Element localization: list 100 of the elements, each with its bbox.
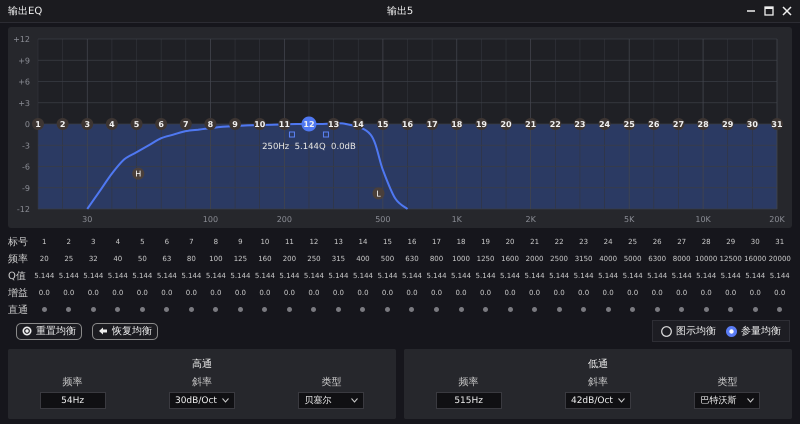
band-marker[interactable]: 10 (254, 118, 266, 130)
dropdown[interactable]: 42dB/Oct (564, 392, 631, 409)
band-marker[interactable]: 23 (574, 118, 586, 130)
axis-label: 500 (375, 215, 390, 224)
bypass-toggle[interactable] (532, 307, 538, 312)
bypass-toggle[interactable] (115, 307, 120, 312)
bypass-toggle[interactable] (90, 307, 96, 312)
bypass-toggle[interactable] (311, 307, 316, 312)
band-marker[interactable]: 7 (180, 118, 192, 130)
bypass-toggle[interactable] (409, 307, 414, 312)
band-marker[interactable]: 22 (549, 118, 562, 130)
q-handle[interactable] (288, 132, 295, 138)
row-label: 直通 (8, 304, 28, 316)
band-marker[interactable]: 2 (56, 118, 69, 130)
bypass-toggle[interactable] (630, 307, 636, 312)
axis-label: -6 (22, 162, 30, 172)
bypass-toggle[interactable] (164, 307, 170, 312)
input-field[interactable]: 515Hz (436, 392, 502, 409)
reset-icon (22, 326, 32, 336)
bypass-toggle[interactable] (483, 307, 488, 312)
axis-label: +9 (18, 56, 30, 66)
dropdown[interactable]: 贝塞尔 (298, 392, 364, 409)
bypass-toggle[interactable] (679, 307, 684, 312)
input-field[interactable]: 54Hz (40, 392, 106, 409)
field-label: 类型 (321, 376, 342, 389)
restore-button[interactable]: 恢复均衡 (92, 322, 158, 340)
band-marker[interactable]: 20 (500, 118, 512, 130)
band-marker[interactable]: 5 (130, 118, 143, 130)
band-marker[interactable]: 16 (402, 118, 414, 130)
row-label: 增益 (8, 286, 28, 300)
band-marker[interactable]: 26 (648, 118, 660, 130)
bypass-toggle[interactable] (728, 307, 734, 312)
band-marker[interactable]: 11 (278, 118, 290, 130)
field-label: 频率 (458, 376, 479, 389)
band-marker[interactable]: 13 (328, 118, 340, 130)
bypass-toggle[interactable] (508, 307, 513, 312)
bypass-toggle[interactable] (66, 307, 72, 312)
bypass-toggle[interactable] (654, 307, 660, 312)
band-marker[interactable]: 29 (722, 118, 734, 130)
axis-label: -9 (22, 184, 30, 193)
axis-label: 0 (24, 120, 30, 129)
bypass-toggle[interactable] (606, 307, 611, 312)
bypass-toggle[interactable] (434, 307, 439, 312)
dropdown[interactable]: 30dB/Oct (168, 392, 235, 409)
band-marker[interactable]: 12 (301, 116, 316, 132)
field-label: 频率 (62, 376, 83, 389)
bypass-toggle[interactable] (704, 307, 709, 312)
bypass-toggle[interactable] (262, 307, 268, 312)
mode-radio[interactable]: 图示均衡 (661, 324, 716, 338)
band-marker[interactable]: 1 (32, 118, 44, 130)
mode-radio[interactable]: 参量均衡 (726, 324, 781, 338)
filter-handle[interactable]: H (132, 168, 144, 180)
band-marker[interactable]: 24 (598, 118, 611, 130)
filter-handle[interactable]: L (372, 187, 385, 200)
band-marker[interactable]: 28 (697, 118, 710, 130)
axis-label: 1K (452, 215, 462, 224)
bypass-toggle[interactable] (556, 307, 562, 312)
band-marker[interactable]: 6 (155, 118, 168, 130)
reset-button[interactable]: 重置均衡 (16, 322, 82, 340)
band-marker[interactable]: 31 (771, 118, 783, 130)
axis-label: 100 (202, 215, 218, 224)
band-marker[interactable]: 15 (376, 118, 389, 130)
bypass-toggle[interactable] (336, 307, 341, 312)
band-marker[interactable]: 8 (204, 118, 216, 130)
band-marker[interactable]: 3 (81, 118, 94, 130)
band-marker[interactable]: 21 (524, 118, 537, 130)
chevron-down-icon (351, 398, 358, 403)
bypass-toggle[interactable] (458, 307, 464, 312)
band-marker[interactable]: 25 (623, 118, 636, 130)
axis-label: +6 (18, 78, 30, 86)
dropdown[interactable]: 巴特沃斯 (694, 392, 760, 409)
panel-title: 高通 (192, 358, 212, 371)
band-marker[interactable]: 17 (426, 118, 438, 130)
band-readout: 250Hz 5.144Q 0.0dB (262, 142, 356, 152)
close-icon[interactable] (782, 6, 792, 16)
band-marker[interactable]: 4 (106, 118, 118, 130)
bypass-toggle[interactable] (360, 307, 366, 312)
band-marker[interactable]: 9 (229, 118, 242, 130)
bypass-toggle[interactable] (286, 307, 292, 312)
bypass-toggle[interactable] (752, 307, 758, 312)
field-label: 斜率 (588, 376, 608, 389)
bypass-toggle[interactable] (140, 307, 145, 312)
chevron-down-icon (747, 398, 754, 403)
maximize-icon[interactable] (764, 6, 774, 16)
band-marker[interactable]: 27 (672, 118, 684, 130)
band-marker[interactable]: 19 (475, 118, 488, 130)
bypass-toggle[interactable] (238, 307, 243, 312)
axis-label: 30 (82, 215, 92, 224)
bypass-toggle[interactable] (213, 307, 218, 312)
bypass-toggle[interactable] (581, 307, 586, 312)
band-marker[interactable]: 30 (746, 118, 758, 130)
bypass-toggle[interactable] (188, 307, 194, 312)
axis-label: 10K (695, 215, 711, 224)
bypass-toggle[interactable] (777, 307, 782, 312)
bypass-toggle[interactable] (42, 307, 47, 312)
bypass-toggle[interactable] (384, 307, 390, 312)
band-marker[interactable]: 18 (450, 118, 463, 130)
q-handle[interactable] (322, 132, 329, 138)
band-marker[interactable]: 14 (352, 118, 364, 130)
axis-label: 20K (769, 215, 785, 224)
